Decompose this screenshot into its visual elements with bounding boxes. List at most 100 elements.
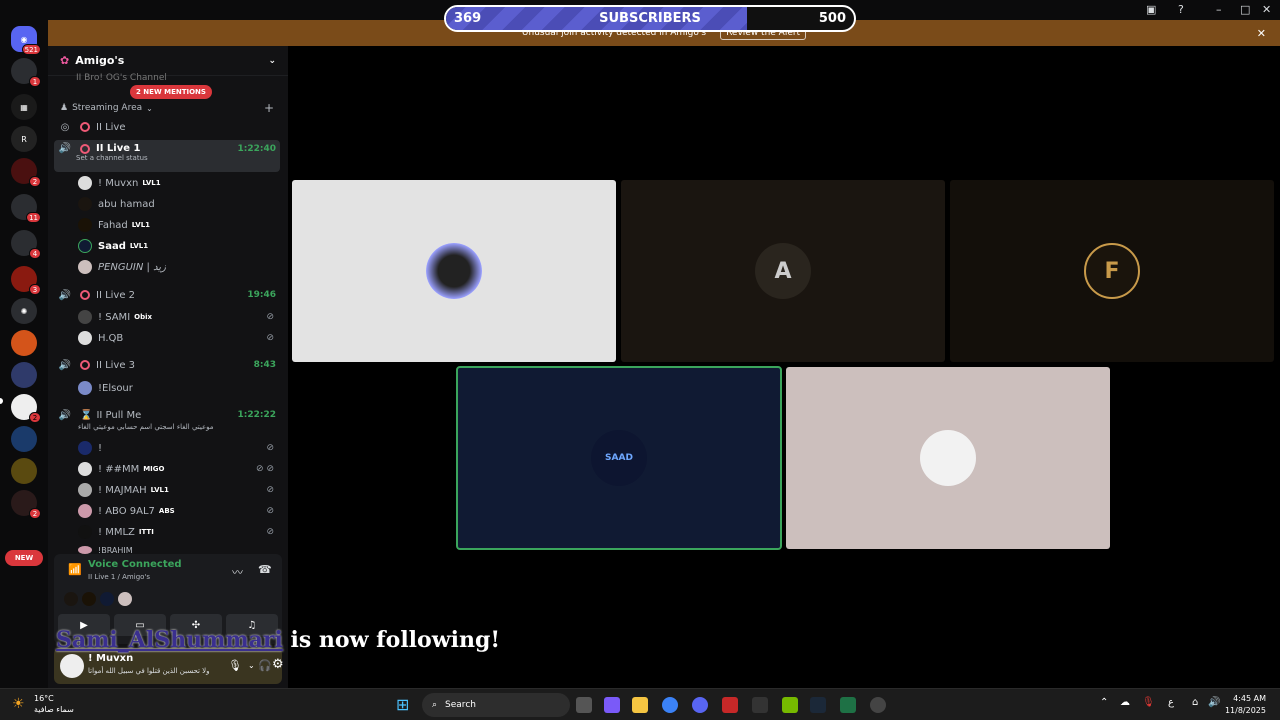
channel-live-2[interactable]: 🔊 II Live 2 19:46 — [48, 288, 288, 302]
home-server-icon[interactable]: ◉ 521 — [11, 26, 41, 55]
voice-user[interactable]: ! MMLZ ITTI ⊘ — [48, 525, 288, 539]
voice-user[interactable]: PENGUIN | زيد — [48, 260, 288, 274]
server-icon[interactable]: 2 — [11, 158, 41, 187]
gear-icon[interactable]: ⚙ — [272, 657, 284, 672]
channel-live[interactable]: ◎ II Live — [48, 120, 288, 134]
voice-channel-path[interactable]: II Live 1 / Amigo's — [88, 573, 150, 581]
voice-user[interactable]: ! Muvxn LVL1 — [48, 176, 288, 190]
server-icon[interactable]: 1 — [11, 58, 41, 87]
channel-pull-me[interactable]: 🔊 ⌛ II Pull Me 1:22:22 — [48, 408, 288, 422]
voice-user[interactable]: ! ⊘ — [48, 441, 288, 455]
channel-timer: 1:22:22 — [237, 410, 276, 420]
excel-icon[interactable] — [840, 697, 856, 713]
taskbar-search[interactable]: ⌕ Search — [422, 693, 570, 717]
volume-icon[interactable]: 🔊 — [1208, 697, 1220, 708]
add-channel-icon[interactable]: + — [264, 101, 274, 115]
windows-start-icon[interactable]: ⊞ — [396, 695, 409, 714]
task-view-icon[interactable] — [576, 697, 592, 713]
user-tag: LVL1 — [131, 221, 151, 229]
minimize-icon[interactable]: – — [1216, 3, 1222, 16]
participant-tile-speaking[interactable]: SAAD — [456, 366, 782, 550]
close-window-icon[interactable]: ✕ — [1262, 3, 1271, 16]
avatar — [78, 218, 92, 232]
server-icon[interactable] — [11, 330, 37, 356]
taskbar: ☀ 16°C سماء صافية ⊞ ⌕ Search ⌃ ☁ 🎙 ع ⌂ 🔊… — [0, 688, 1280, 720]
nvidia-icon[interactable] — [782, 697, 798, 713]
category-streaming-area[interactable]: ♟ Streaming Area ⌄ + — [48, 101, 288, 115]
server-icon[interactable]: 3 — [11, 266, 41, 295]
channel-item[interactable]: II Bro! OG's Channel — [48, 72, 288, 84]
channel-name: II Live — [96, 121, 126, 133]
avatar — [78, 546, 92, 554]
server-icon[interactable] — [11, 426, 37, 452]
server-icon[interactable] — [11, 362, 37, 388]
voice-user[interactable]: ! ##MM MIGO ⊘ ⊘ — [48, 462, 288, 476]
voice-user[interactable]: abu hamad — [48, 197, 288, 211]
discord-icon[interactable] — [692, 697, 708, 713]
avatar — [78, 441, 92, 455]
channel-status[interactable]: Set a channel status — [54, 154, 148, 162]
voice-user[interactable]: ! ABO 9AL7 ABS ⊘ — [48, 504, 288, 518]
category-icon: ♟ — [60, 103, 69, 113]
chevron-down-icon[interactable]: ⌄ — [268, 56, 276, 66]
noise-suppression-icon[interactable]: 〰 — [232, 564, 243, 580]
steam-icon[interactable] — [810, 697, 826, 713]
participant-tile[interactable] — [292, 180, 616, 362]
user-name: ! SAMI — [98, 311, 131, 323]
language-indicator[interactable]: ع — [1168, 697, 1174, 708]
weather-widget[interactable]: 16°C سماء صافية — [34, 693, 74, 715]
clock[interactable]: 4:45 AM 11/8/2025 — [1225, 693, 1266, 717]
participant-tile[interactable]: A — [621, 180, 945, 362]
chrome-icon[interactable] — [662, 697, 678, 713]
server-icon[interactable]: ✺ — [11, 298, 37, 324]
app-icon[interactable] — [722, 697, 738, 713]
server-icon[interactable]: 2 — [11, 490, 41, 519]
server-icon[interactable] — [11, 458, 37, 484]
server-icon[interactable]: R — [11, 126, 37, 152]
deafened-icon: ⊘ — [266, 527, 274, 537]
voice-user[interactable]: ! SAMI Obix ⊘ — [48, 310, 288, 324]
copilot-icon[interactable] — [604, 697, 620, 713]
chevron-down-icon[interactable]: ⌄ — [248, 661, 255, 670]
cloud-icon[interactable]: ☁ — [1120, 697, 1130, 708]
voice-user[interactable]: Saad LVL1 — [48, 239, 288, 253]
participant-tile[interactable]: F — [950, 180, 1274, 362]
avatar — [118, 592, 132, 606]
server-icon[interactable]: 11 — [11, 194, 41, 223]
channel-sidebar: ✿ Amigo's ⌄ II Bro! OG's Channel 2 NEW M… — [48, 46, 288, 688]
new-mentions-pill[interactable]: 2 NEW MENTIONS — [130, 85, 212, 99]
chevron-up-icon[interactable]: ⌃ — [1100, 697, 1108, 708]
help-icon[interactable]: ? — [1178, 3, 1184, 16]
maximize-icon[interactable]: □ — [1240, 3, 1250, 16]
voice-user[interactable]: !Elsour — [48, 381, 288, 395]
obs-icon[interactable] — [870, 697, 886, 713]
disconnect-icon[interactable]: ☎ — [258, 563, 272, 576]
voice-user[interactable]: !BRAHIM — [48, 546, 288, 554]
user-status: ولا تحسبن الذين قتلوا في سبيل الله أموات… — [88, 667, 210, 675]
channel-status-text: موعيتي الغاء اسجتي اسم حسابي موعيتي الغا… — [78, 423, 214, 431]
microphone-icon[interactable]: 🎙 — [1142, 697, 1155, 708]
channel-live-3[interactable]: 🔊 II Live 3 8:43 — [48, 358, 288, 372]
amigos-server-icon[interactable]: 2 — [11, 394, 41, 423]
deafened-icon: ⊘ — [266, 333, 274, 343]
voice-user[interactable]: Fahad LVL1 — [48, 218, 288, 232]
headphones-icon[interactable]: 🎧 — [258, 659, 272, 672]
file-explorer-icon[interactable] — [632, 697, 648, 713]
user-name: Fahad — [98, 219, 128, 231]
avatar[interactable] — [60, 654, 84, 678]
inbox-icon[interactable]: ▣ — [1146, 3, 1156, 16]
close-alert-icon[interactable]: ✕ — [1257, 27, 1266, 40]
chevron-down-icon: ⌄ — [146, 103, 153, 113]
server-icon[interactable]: ▦ — [11, 94, 37, 120]
new-badge[interactable]: NEW — [5, 550, 43, 566]
channel-live-1[interactable]: 🔊 II Live 1 1:22:40 Set a channel status — [54, 140, 280, 172]
avatar — [78, 381, 92, 395]
channel-timer: 8:43 — [253, 360, 276, 370]
server-icon[interactable]: 4 — [11, 230, 41, 259]
app-icon[interactable] — [752, 697, 768, 713]
participant-tile[interactable] — [786, 367, 1110, 549]
microphone-icon[interactable]: 🎙 — [228, 659, 242, 672]
network-icon[interactable]: ⌂ — [1192, 697, 1198, 708]
voice-user[interactable]: ! MAJMAH LVL1 ⊘ — [48, 483, 288, 497]
voice-user[interactable]: H.QB ⊘ — [48, 331, 288, 345]
